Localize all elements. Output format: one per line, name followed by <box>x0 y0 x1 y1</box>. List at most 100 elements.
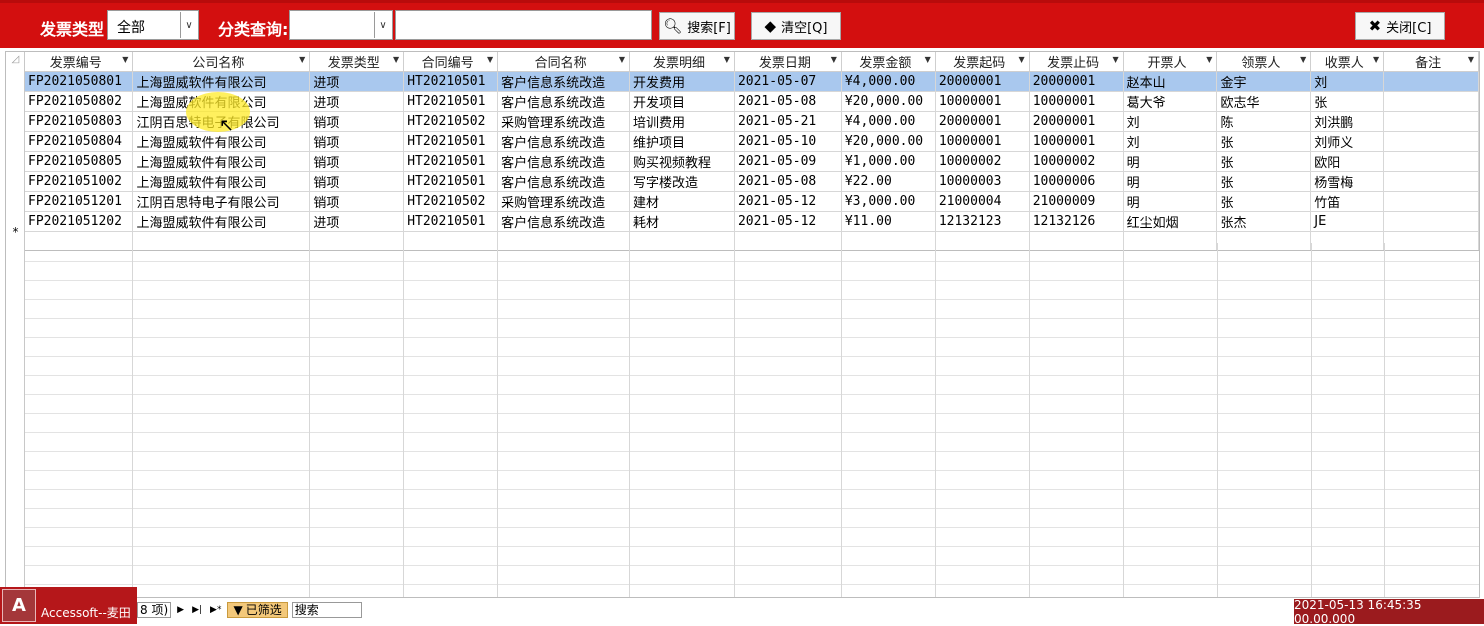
table-cell[interactable] <box>1383 91 1479 112</box>
column-filter-dropdown-icon[interactable]: ▼ <box>1112 55 1118 64</box>
table-cell[interactable]: 进项 <box>309 211 405 232</box>
column-filter-dropdown-icon[interactable]: ▼ <box>487 55 493 64</box>
column-filter-dropdown-icon[interactable]: ▼ <box>1468 55 1474 64</box>
column-filter-dropdown-icon[interactable]: ▼ <box>831 55 837 64</box>
table-cell[interactable]: 21000004 <box>935 191 1030 212</box>
table-cell[interactable]: FP2021050804 <box>25 131 134 152</box>
column-header[interactable]: 公司名称 ▼ <box>132 52 311 72</box>
table-cell[interactable]: 上海盟威软件有限公司 <box>132 71 311 92</box>
close-button[interactable]: ✖ 关闭[C] <box>1355 12 1445 40</box>
table-cell[interactable]: 明 <box>1123 151 1218 172</box>
column-filter-dropdown-icon[interactable]: ▼ <box>1300 55 1306 64</box>
table-cell[interactable]: 销项 <box>309 111 405 132</box>
table-cell[interactable]: 2021-05-09 <box>734 151 842 172</box>
table-cell[interactable]: 刘 <box>1123 111 1218 132</box>
table-cell[interactable]: 购买视频教程 <box>629 151 735 172</box>
filtered-badge[interactable]: ▼ 已筛选 <box>227 602 288 618</box>
column-header[interactable]: 发票日期 ▼ <box>734 52 842 72</box>
table-cell[interactable]: 销项 <box>309 131 405 152</box>
column-filter-dropdown-icon[interactable]: ▼ <box>724 55 730 64</box>
table-cell[interactable]: HT20210501 <box>403 171 499 192</box>
record-indicator[interactable]: 8 项) <box>137 602 172 618</box>
table-cell[interactable]: 耗材 <box>629 211 735 232</box>
table-cell[interactable]: 葛大爷 <box>1123 91 1218 112</box>
table-cell[interactable]: 开发项目 <box>629 91 735 112</box>
table-cell[interactable]: 竹笛 <box>1310 191 1385 212</box>
column-header[interactable]: 发票明细 ▼ <box>629 52 735 72</box>
table-cell[interactable]: 客户信息系统改造 <box>497 151 631 172</box>
table-cell[interactable]: 张 <box>1216 171 1312 192</box>
table-cell[interactable]: 2021-05-21 <box>734 111 842 132</box>
column-header[interactable]: 发票类型 ▼ <box>309 52 405 72</box>
table-cell[interactable]: ¥1,000.00 <box>841 151 936 172</box>
table-cell[interactable]: 2021-05-10 <box>734 131 842 152</box>
table-cell[interactable]: HT20210502 <box>403 191 499 212</box>
table-cell[interactable]: HT20210501 <box>403 151 499 172</box>
record-selector-column[interactable] <box>6 52 25 597</box>
table-cell[interactable]: 张 <box>1216 131 1312 152</box>
table-cell[interactable] <box>1383 131 1479 152</box>
table-cell[interactable]: 陈 <box>1216 111 1312 132</box>
select-all-corner[interactable]: ◿ <box>6 54 25 65</box>
table-cell[interactable]: 销项 <box>309 151 405 172</box>
table-cell[interactable]: 张杰 <box>1216 211 1312 232</box>
table-cell[interactable]: 2021-05-12 <box>734 211 842 232</box>
table-cell[interactable]: ¥4,000.00 <box>841 111 936 132</box>
table-cell[interactable]: JE <box>1310 211 1385 232</box>
table-cell[interactable]: 销项 <box>309 171 405 192</box>
invoice-type-combo[interactable]: 全部 ∨ <box>107 10 199 40</box>
table-cell[interactable]: FP2021050802 <box>25 91 134 112</box>
column-header[interactable]: 发票编号 ▼ <box>25 52 134 72</box>
table-row[interactable]: FP2021050804 上海盟威软件有限公司 销项 HT20210501 客户信息系统… <box>25 131 1479 152</box>
table-cell[interactable]: 客户信息系统改造 <box>497 71 631 92</box>
category-combo[interactable]: ∨ <box>289 10 393 40</box>
column-filter-dropdown-icon[interactable]: ▼ <box>1373 55 1379 64</box>
table-cell[interactable]: 10000002 <box>1029 151 1124 172</box>
column-header[interactable]: 备注 ▼ <box>1383 52 1479 72</box>
table-row[interactable]: FP2021050805 上海盟威软件有限公司 销项 HT20210501 客户信息系统… <box>25 151 1479 172</box>
table-cell[interactable]: 欧志华 <box>1216 91 1312 112</box>
table-cell[interactable]: FP2021050805 <box>25 151 134 172</box>
table-cell[interactable]: ¥20,000.00 <box>841 91 936 112</box>
table-cell[interactable]: ¥11.00 <box>841 211 936 232</box>
table-row[interactable]: FP2021051002 上海盟威软件有限公司 销项 HT20210501 客户信息系统… <box>25 171 1479 192</box>
table-cell[interactable]: 刘 <box>1310 71 1385 92</box>
table-cell[interactable]: 建材 <box>629 191 735 212</box>
table-cell[interactable]: 杨雪梅 <box>1310 171 1385 192</box>
column-header[interactable]: 收票人 ▼ <box>1310 52 1385 72</box>
table-cell[interactable]: 张 <box>1310 91 1385 112</box>
table-cell[interactable]: 张 <box>1216 151 1312 172</box>
table-cell[interactable]: 明 <box>1123 191 1218 212</box>
column-header[interactable]: 开票人 ▼ <box>1123 52 1218 72</box>
next-record-icon[interactable]: ▶ <box>175 605 186 615</box>
chevron-down-icon[interactable]: ∨ <box>374 12 391 38</box>
table-cell[interactable]: 10000001 <box>935 131 1030 152</box>
table-cell[interactable] <box>1383 151 1479 172</box>
table-cell[interactable] <box>1383 191 1479 212</box>
clear-button[interactable]: ◆ 清空[Q] <box>751 12 841 40</box>
table-row[interactable]: FP2021050801 上海盟威软件有限公司 进项 HT20210501 客户信息系统… <box>25 71 1479 92</box>
table-cell[interactable] <box>1383 71 1479 92</box>
table-cell[interactable]: ¥20,000.00 <box>841 131 936 152</box>
table-cell[interactable]: ¥4,000.00 <box>841 71 936 92</box>
table-cell[interactable]: 2021-05-12 <box>734 191 842 212</box>
table-cell[interactable]: 销项 <box>309 191 405 212</box>
table-cell[interactable]: 10000002 <box>935 151 1030 172</box>
table-cell[interactable]: 金宇 <box>1216 71 1312 92</box>
table-cell[interactable]: 欧阳 <box>1310 151 1385 172</box>
new-record-icon[interactable]: ▶* <box>208 605 223 615</box>
table-cell[interactable]: HT20210501 <box>403 91 499 112</box>
table-cell[interactable] <box>1383 171 1479 192</box>
chevron-down-icon[interactable]: ∨ <box>180 12 197 38</box>
table-cell[interactable]: HT20210501 <box>403 211 499 232</box>
table-cell[interactable]: 10000003 <box>935 171 1030 192</box>
table-cell[interactable]: 2021-05-08 <box>734 91 842 112</box>
table-cell[interactable]: 上海盟威软件有限公司 <box>132 151 311 172</box>
table-cell[interactable]: 采购管理系统改造 <box>497 191 631 212</box>
table-cell[interactable]: FP2021051002 <box>25 171 134 192</box>
search-button[interactable]: 🔍︎ 搜索[F] <box>659 12 735 40</box>
table-cell[interactable]: 上海盟威软件有限公司 <box>132 211 311 232</box>
column-filter-dropdown-icon[interactable]: ▼ <box>1019 55 1025 64</box>
table-cell[interactable]: 10000006 <box>1029 171 1124 192</box>
table-cell[interactable]: 20000001 <box>1029 71 1124 92</box>
